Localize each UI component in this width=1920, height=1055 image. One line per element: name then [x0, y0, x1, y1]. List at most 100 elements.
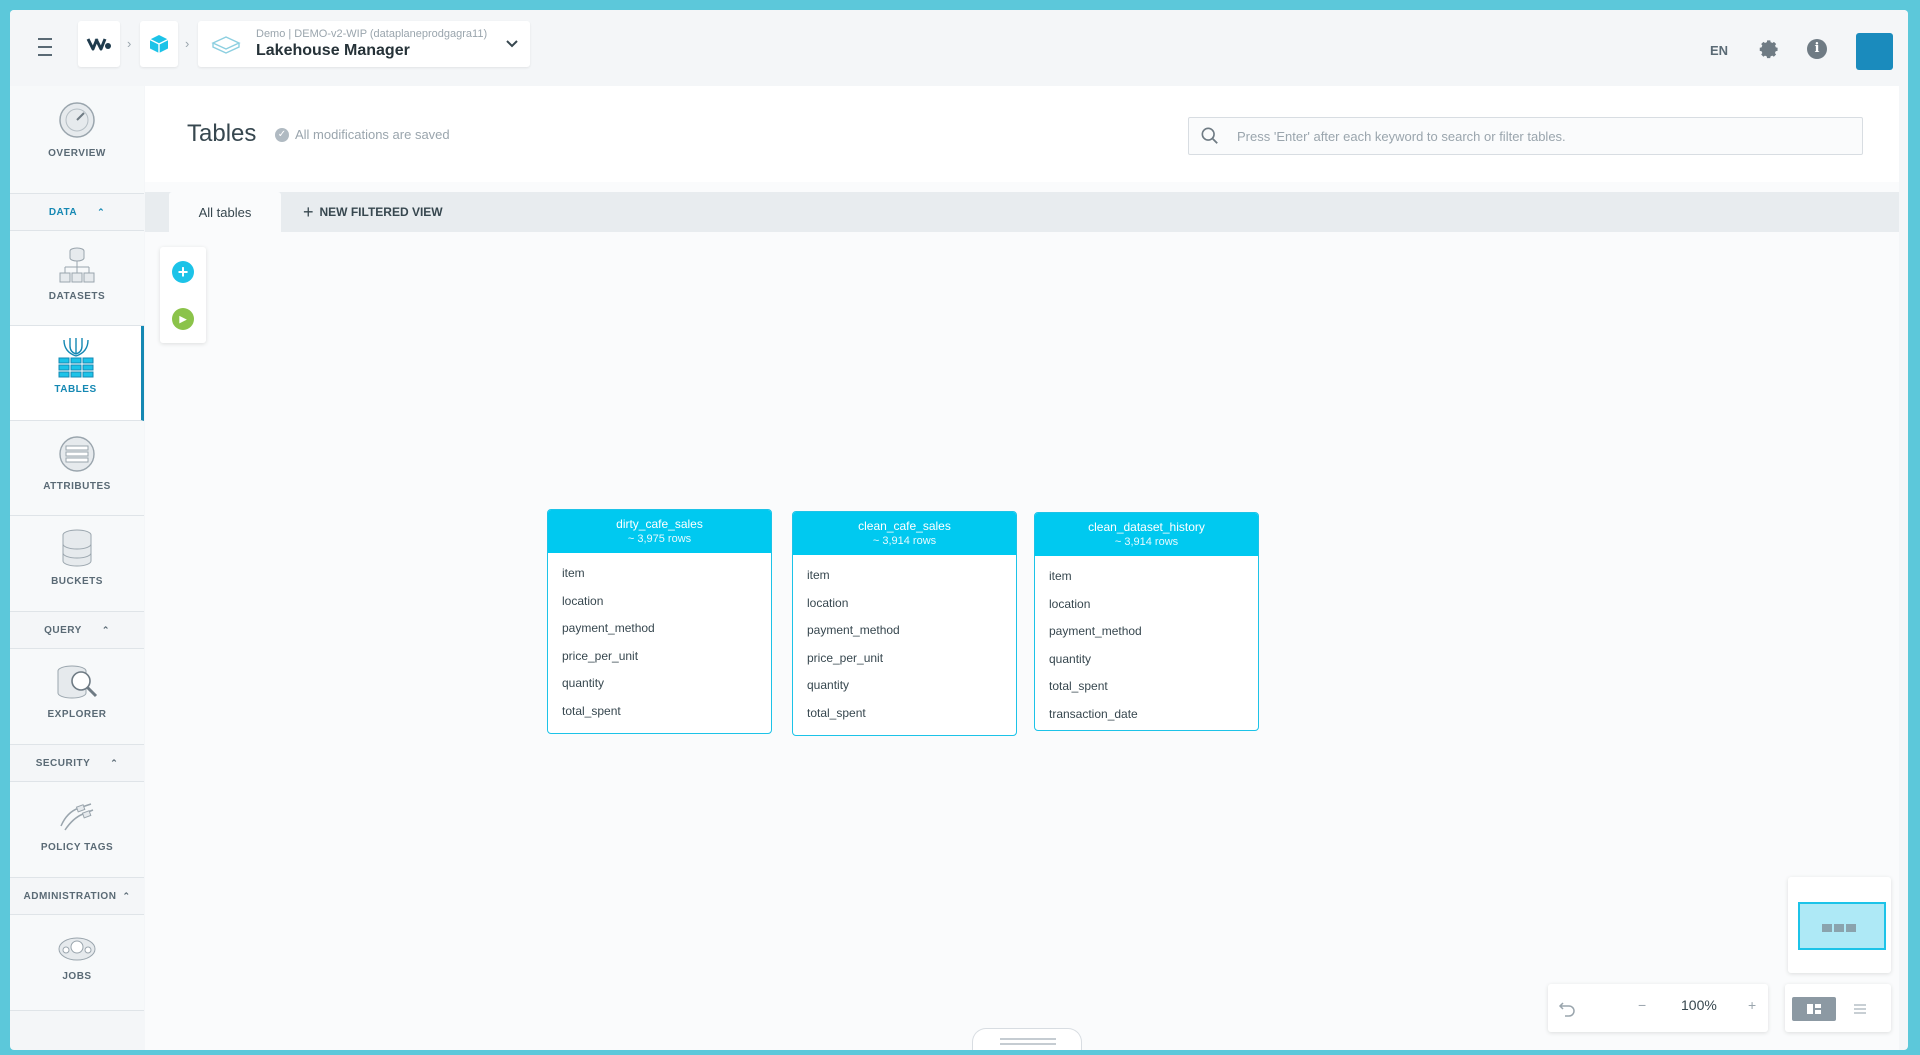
table-column[interactable]: location [1049, 591, 1258, 619]
tab-all-tables[interactable]: All tables [169, 192, 281, 232]
table-column[interactable]: transaction_date [1049, 701, 1258, 729]
table-column[interactable]: location [562, 588, 771, 616]
search-input[interactable] [1237, 128, 1862, 144]
section-label: ADMINISTRATION [23, 890, 117, 902]
sidebar-label: EXPLORER [47, 709, 107, 720]
table-column[interactable]: payment_method [562, 615, 771, 643]
table-column[interactable]: item [807, 562, 1016, 590]
sidebar-item-attributes[interactable]: ATTRIBUTES [10, 421, 144, 516]
minimap-table [1834, 924, 1844, 932]
table-card-header: clean_cafe_sales ~ 3,914 rows [793, 512, 1016, 555]
main-panel: Tables ✓ All modifications are saved All… [145, 86, 1899, 1050]
explorer-icon [57, 665, 98, 699]
table-column[interactable]: price_per_unit [562, 643, 771, 671]
diagram-view-button[interactable] [1792, 997, 1836, 1021]
table-column[interactable]: quantity [562, 670, 771, 698]
sidebar-item-datasets[interactable]: DATASETS [10, 231, 144, 326]
tables-canvas[interactable]: + ▶ dirty_cafe_sales ~ 3,975 rows item l… [145, 232, 1899, 1050]
plus-icon: + [303, 201, 314, 222]
sidebar-item-overview[interactable]: OVERVIEW [10, 86, 144, 194]
gear-icon[interactable] [1758, 38, 1780, 60]
minimap[interactable] [1788, 877, 1891, 973]
chevron-down-icon [506, 40, 518, 48]
add-table-button[interactable]: + [172, 261, 194, 283]
table-name: clean_cafe_sales [858, 519, 951, 533]
sidebar-item-policy-tags[interactable]: POLICY TAGS [10, 782, 144, 878]
page-title: Tables [187, 120, 257, 147]
table-row-count: ~ 3,914 rows [1114, 536, 1179, 548]
new-filtered-view-label: NEW FILTERED VIEW [319, 205, 443, 219]
policy-tags-icon [60, 803, 94, 831]
table-card[interactable]: clean_cafe_sales ~ 3,914 rows item locat… [792, 511, 1017, 736]
table-column[interactable]: item [1049, 563, 1258, 591]
sidebar: OVERVIEW DATA ⌃ DATASETS TABLES ATTRIBUT… [10, 86, 144, 1011]
table-name: dirty_cafe_sales [616, 517, 703, 531]
attributes-icon [59, 436, 95, 472]
list-view-button[interactable] [1838, 997, 1882, 1021]
project-subtitle: Demo | DEMO-v2-WIP (dataplaneprodgagra11… [256, 28, 488, 40]
table-column[interactable]: quantity [807, 672, 1016, 700]
table-columns: item location payment_method price_per_u… [548, 553, 771, 733]
zoom-level: 100% [1681, 997, 1717, 1013]
section-security[interactable]: SECURITY ⌃ [10, 745, 144, 782]
undo-icon[interactable] [1558, 999, 1576, 1017]
sidebar-label: POLICY TAGS [40, 842, 114, 853]
table-column[interactable]: total_spent [1049, 673, 1258, 701]
breadcrumb-separator: › [185, 36, 190, 51]
search-box [1188, 117, 1863, 155]
table-column[interactable]: transaction_date [562, 726, 771, 733]
section-data[interactable]: DATA ⌃ [10, 194, 144, 231]
chevron-up-icon: ⌃ [110, 757, 119, 768]
hamburger-icon[interactable] [34, 38, 56, 56]
info-icon[interactable]: i [1807, 39, 1827, 59]
sidebar-label: BUCKETS [51, 576, 103, 587]
table-column[interactable]: item [562, 560, 771, 588]
table-column[interactable]: payment_method [807, 617, 1016, 645]
app-button[interactable] [140, 21, 178, 67]
page-header: Tables ✓ All modifications are saved [145, 86, 1899, 182]
dataiku-logo-icon [86, 38, 111, 51]
table-column[interactable]: location [807, 590, 1016, 618]
save-status: ✓ All modifications are saved [275, 127, 450, 142]
table-column[interactable]: total_spent [807, 700, 1016, 728]
table-column[interactable]: price_per_unit [807, 645, 1016, 673]
breadcrumb-separator: › [127, 36, 132, 51]
section-label: SECURITY [35, 757, 91, 769]
zoom-out-button[interactable]: − [1638, 997, 1646, 1013]
table-card[interactable]: dirty_cafe_sales ~ 3,975 rows item locat… [547, 509, 772, 734]
new-filtered-view-button[interactable]: + NEW FILTERED VIEW [303, 192, 443, 232]
sidebar-item-jobs[interactable]: JOBS [10, 915, 144, 1011]
table-name: clean_dataset_history [1088, 520, 1205, 534]
canvas-toolbox: + ▶ [160, 247, 206, 343]
table-card[interactable]: clean_dataset_history ~ 3,914 rows item … [1034, 512, 1259, 731]
project-title: Lakehouse Manager [256, 42, 410, 59]
table-column[interactable]: transaction_date [807, 728, 1016, 735]
chevron-up-icon: ⌃ [122, 890, 131, 901]
project-selector[interactable]: Demo | DEMO-v2-WIP (dataplaneprodgagra11… [198, 21, 530, 67]
zoom-in-button[interactable]: + [1748, 997, 1756, 1013]
view-tabs: All tables + NEW FILTERED VIEW [145, 192, 1899, 232]
sidebar-item-explorer[interactable]: EXPLORER [10, 649, 144, 745]
table-column[interactable]: payment_method [1049, 618, 1258, 646]
section-query[interactable]: QUERY ⌃ [10, 612, 144, 649]
user-avatar[interactable] [1856, 33, 1893, 70]
sidebar-label: ATTRIBUTES [43, 481, 111, 492]
minimap-viewport[interactable] [1798, 902, 1886, 950]
section-label: QUERY [44, 624, 82, 636]
table-card-header: clean_dataset_history ~ 3,914 rows [1035, 513, 1258, 556]
table-column[interactable]: quantity [1049, 646, 1258, 674]
bottom-drawer-handle[interactable] [972, 1028, 1082, 1050]
sidebar-item-tables[interactable]: TABLES [10, 326, 144, 421]
section-administration[interactable]: ADMINISTRATION ⌃ [10, 878, 144, 915]
table-columns: item location payment_method quantity to… [1035, 556, 1258, 730]
minimap-table [1846, 924, 1856, 932]
table-card-header: dirty_cafe_sales ~ 3,975 rows [548, 510, 771, 553]
app-window: › › Demo | DEMO-v2-WIP (dataplaneprodgag… [10, 10, 1908, 1050]
sidebar-item-buckets[interactable]: BUCKETS [10, 516, 144, 612]
language-selector[interactable]: EN [1710, 43, 1728, 58]
zoom-controls: − 100% + [1548, 984, 1768, 1032]
home-logo-button[interactable] [78, 21, 120, 67]
chevron-up-icon: ⌃ [97, 206, 106, 217]
play-icon[interactable]: ▶ [172, 308, 194, 330]
table-column[interactable]: total_spent [562, 698, 771, 726]
